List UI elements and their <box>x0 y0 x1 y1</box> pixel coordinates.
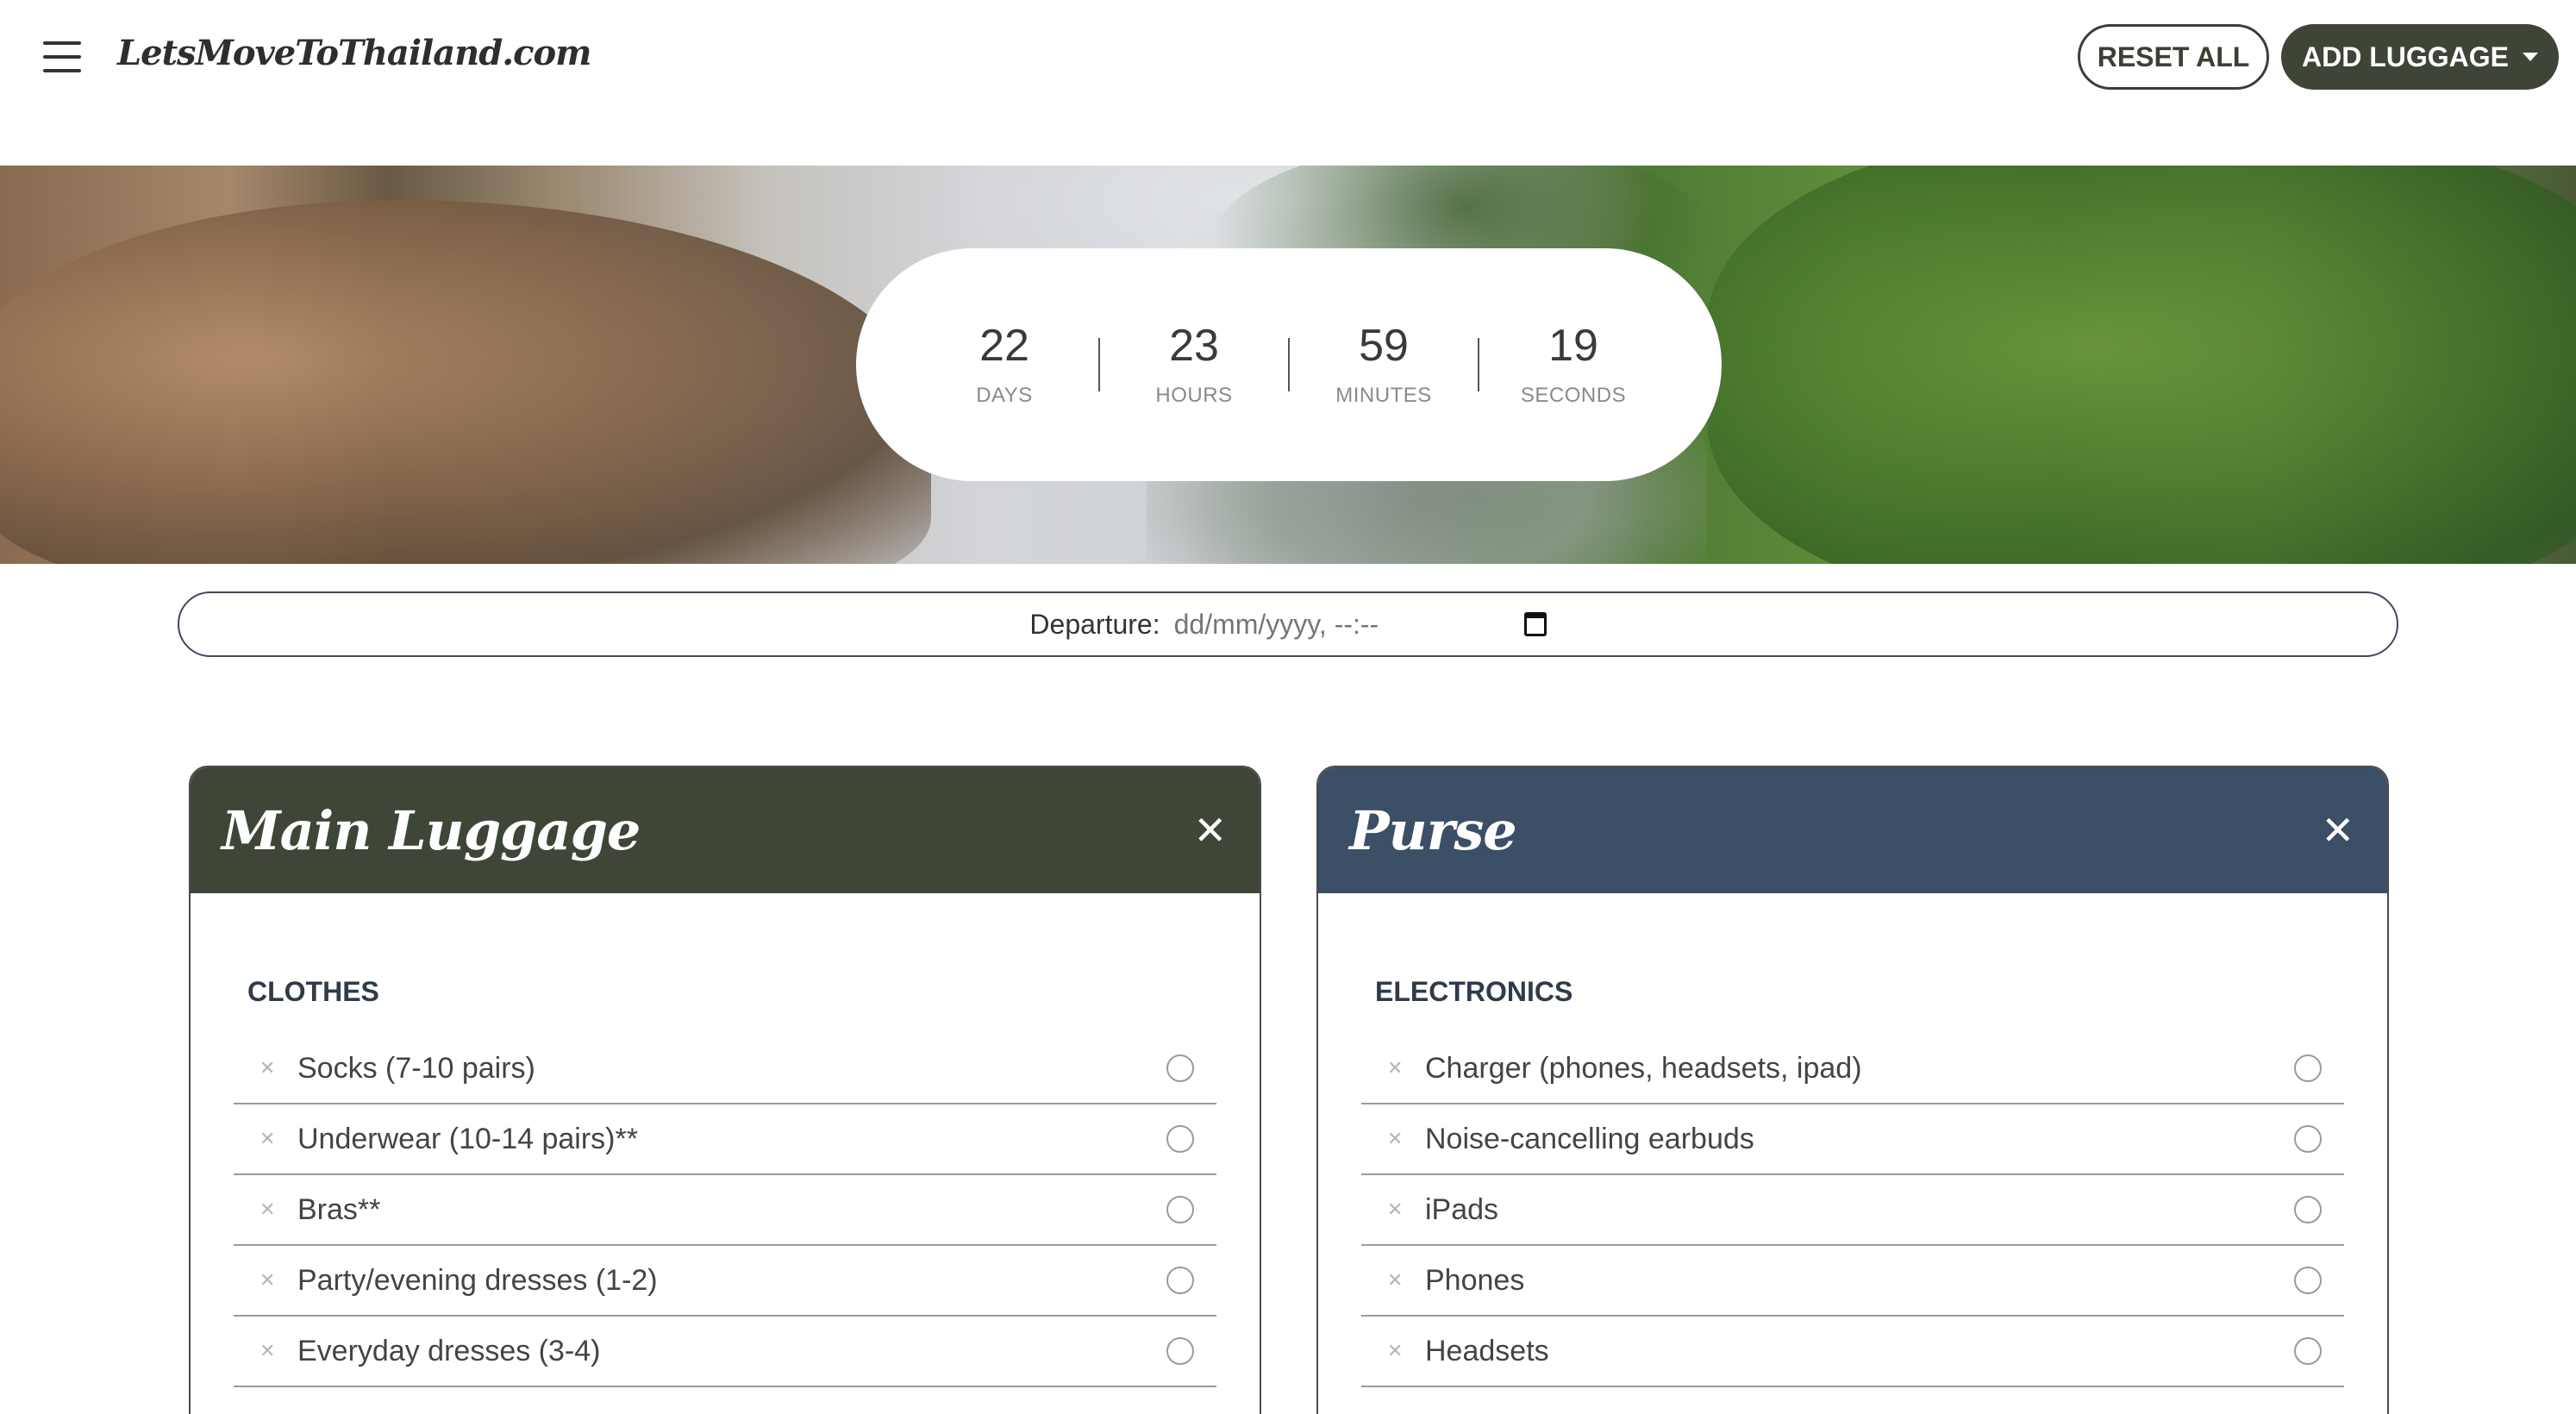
item-check-radio[interactable] <box>2294 1267 2322 1294</box>
list-item: ✕ Phones <box>1361 1246 2344 1317</box>
countdown-divider <box>1478 338 1479 391</box>
card-header: Main Luggage ✕ <box>191 767 1260 893</box>
countdown-seconds: 19 SECONDS <box>1500 322 1647 407</box>
calendar-icon[interactable] <box>1523 612 1547 636</box>
item-label: Socks (7-10 pairs) <box>297 1051 535 1085</box>
countdown-timer: 22 DAYS 23 HOURS 59 MINUTES 19 SECONDS <box>856 248 1722 481</box>
remove-item-icon[interactable]: ✕ <box>259 1129 297 1150</box>
list-item: ✕ Party/evening dresses (1-2) <box>234 1246 1216 1317</box>
countdown-divider <box>1288 338 1290 391</box>
card-body: ELECTRONICS ✕ Charger (phones, headsets,… <box>1318 976 2387 1387</box>
card-header: Purse ✕ <box>1318 767 2387 893</box>
section-title: CLOTHES <box>247 976 379 1007</box>
remove-item-icon[interactable]: ✕ <box>259 1199 297 1221</box>
item-check-radio[interactable] <box>1166 1125 1194 1153</box>
list-item: ✕ iPads <box>1361 1175 2344 1246</box>
item-check-radio[interactable] <box>2294 1196 2322 1223</box>
countdown-hours-value: 23 <box>1169 321 1219 372</box>
add-luggage-button[interactable]: ADD LUGGAGE <box>2281 24 2559 90</box>
remove-item-icon[interactable]: ✕ <box>1387 1129 1425 1150</box>
luggage-card-main: Main Luggage ✕ CLOTHES ✕ Socks (7-10 pai… <box>189 766 1261 1414</box>
reset-all-label: RESET ALL <box>2097 41 2250 72</box>
close-icon[interactable]: ✕ <box>2321 807 2354 854</box>
item-check-radio[interactable] <box>2294 1125 2322 1153</box>
luggage-card-purse: Purse ✕ ELECTRONICS ✕ Charger (phones, h… <box>1316 766 2389 1414</box>
item-check-radio[interactable] <box>2294 1337 2322 1365</box>
remove-item-icon[interactable]: ✕ <box>1387 1058 1425 1079</box>
item-check-radio[interactable] <box>1166 1267 1194 1294</box>
close-icon[interactable]: ✕ <box>1193 807 1227 854</box>
item-label: Party/evening dresses (1-2) <box>297 1263 658 1297</box>
list-item: ✕ Bras** <box>234 1175 1216 1246</box>
remove-item-icon[interactable]: ✕ <box>259 1270 297 1292</box>
hero-rock-shape <box>0 200 931 564</box>
countdown-hours: 23 HOURS <box>1121 322 1267 407</box>
caret-down-icon <box>2523 53 2538 61</box>
countdown-minutes-label: MINUTES <box>1335 383 1432 407</box>
top-navbar: LetsMoveToThailand.com RESET ALL ADD LUG… <box>0 0 2576 166</box>
item-check-radio[interactable] <box>1166 1196 1194 1223</box>
item-label: Headsets <box>1425 1334 1549 1367</box>
list-item: ✕ Socks (7-10 pairs) <box>234 1034 1216 1104</box>
item-check-radio[interactable] <box>1166 1054 1194 1082</box>
countdown-seconds-value: 19 <box>1548 321 1598 372</box>
item-label: Noise-cancelling earbuds <box>1425 1122 1754 1155</box>
list-item: ✕ Underwear (10-14 pairs)** <box>234 1104 1216 1175</box>
remove-item-icon[interactable]: ✕ <box>1387 1199 1425 1221</box>
section-title: ELECTRONICS <box>1375 976 1573 1007</box>
item-label: Everyday dresses (3-4) <box>297 1334 601 1367</box>
brand-logo[interactable]: LetsMoveToThailand.com <box>117 33 591 73</box>
countdown-minutes: 59 MINUTES <box>1310 322 1457 407</box>
remove-item-icon[interactable]: ✕ <box>1387 1341 1425 1362</box>
item-label: iPads <box>1425 1192 1499 1226</box>
hamburger-menu-icon[interactable] <box>43 41 81 72</box>
item-label: Underwear (10-14 pairs)** <box>297 1122 638 1155</box>
countdown-days-value: 22 <box>979 321 1029 372</box>
departure-label: Departure: <box>1029 608 1160 640</box>
countdown-days: 22 DAYS <box>931 322 1078 407</box>
card-title: Purse <box>1349 798 1517 862</box>
departure-bar: Departure: <box>178 591 2398 657</box>
hero-foliage-shape <box>1707 166 2576 564</box>
list-item: ✕ Charger (phones, headsets, ipad) <box>1361 1034 2344 1104</box>
list-item: ✕ Headsets <box>1361 1317 2344 1387</box>
countdown-hours-label: HOURS <box>1155 383 1233 407</box>
item-label: Phones <box>1425 1263 1525 1297</box>
countdown-seconds-label: SECONDS <box>1520 383 1627 407</box>
remove-item-icon[interactable]: ✕ <box>259 1341 297 1362</box>
countdown-days-label: DAYS <box>976 383 1033 407</box>
list-item: ✕ Everyday dresses (3-4) <box>234 1317 1216 1387</box>
remove-item-icon[interactable]: ✕ <box>1387 1270 1425 1292</box>
remove-item-icon[interactable]: ✕ <box>259 1058 297 1079</box>
card-body: CLOTHES ✕ Socks (7-10 pairs) ✕ Underwear… <box>191 976 1260 1387</box>
item-label: Bras** <box>297 1192 381 1226</box>
reset-all-button[interactable]: RESET ALL <box>2078 24 2269 90</box>
countdown-minutes-value: 59 <box>1359 321 1409 372</box>
list-item: ✕ Noise-cancelling earbuds <box>1361 1104 2344 1175</box>
countdown-divider <box>1098 338 1100 391</box>
item-check-radio[interactable] <box>2294 1054 2322 1082</box>
card-title: Main Luggage <box>222 798 641 862</box>
departure-datetime-input[interactable] <box>1173 608 1502 641</box>
add-luggage-label: ADD LUGGAGE <box>2302 41 2509 72</box>
item-check-radio[interactable] <box>1166 1337 1194 1365</box>
item-label: Charger (phones, headsets, ipad) <box>1425 1051 1862 1085</box>
